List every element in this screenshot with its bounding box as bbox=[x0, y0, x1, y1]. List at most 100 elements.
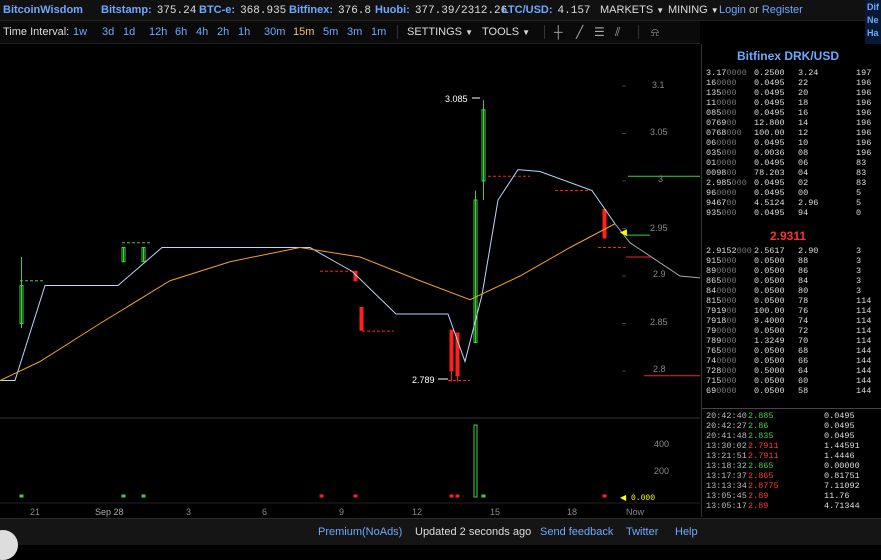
ticker-ltcusd[interactable]: LTC/USD: 4.157 bbox=[502, 0, 591, 21]
bid-row[interactable]: 790000 0.0500 72 114 bbox=[706, 326, 876, 336]
ticker-btce[interactable]: BTC-e: 368.935 bbox=[199, 0, 286, 21]
current-price-arrow: ◀ bbox=[620, 227, 627, 237]
markets-menu[interactable]: MARKETS ▼ bbox=[600, 0, 664, 21]
interval-1h[interactable]: 1h bbox=[238, 21, 250, 43]
ticker-bitfinex[interactable]: Bitfinex: 376.8 bbox=[289, 0, 371, 21]
trade-row: 20:42:40 2.885 0.0495 bbox=[706, 411, 876, 421]
trade-amount: 0.00000 bbox=[824, 461, 860, 471]
x-tick-label: Sep 28 bbox=[95, 507, 124, 517]
amount: 0.0500 bbox=[754, 276, 785, 286]
bid-row[interactable]: 740000 0.0500 66 144 bbox=[706, 356, 876, 366]
interval-5m[interactable]: 5m bbox=[323, 21, 338, 43]
bid-row[interactable]: 890000 0.0500 86 3 bbox=[706, 266, 876, 276]
price: 110000 bbox=[706, 98, 737, 108]
help-link[interactable]: Help bbox=[675, 519, 698, 545]
bid-row[interactable]: 789000 1.3249 70 114 bbox=[706, 336, 876, 346]
ask-row[interactable]: 2.985000 0.0495 02 83 bbox=[706, 178, 876, 188]
cumulative: 196 bbox=[856, 148, 872, 158]
y-axis: 3.1 3.05 3 2.95 2.9 2.85 2.8 400 200 bbox=[650, 80, 669, 476]
price-chart[interactable]: 3.1 3.05 3 2.95 2.9 2.85 2.8 400 200 21 … bbox=[0, 44, 700, 517]
ask-row[interactable]: 085000 0.0495 16 196 bbox=[706, 108, 876, 118]
interval-1m[interactable]: 1m bbox=[371, 21, 386, 43]
ticker-huobi[interactable]: Huobi: 377.39/2312.26 bbox=[375, 0, 507, 21]
ask-row[interactable]: 960000 0.0495 00 5 bbox=[706, 188, 876, 198]
bid-row[interactable]: 865000 0.0500 84 3 bbox=[706, 276, 876, 286]
amount: 0.0495 bbox=[754, 78, 785, 88]
interval-1w[interactable]: 1w bbox=[73, 21, 87, 43]
bell-icon[interactable]: ⍾ bbox=[651, 21, 659, 43]
amount: 0.0495 bbox=[754, 108, 785, 118]
line-tool-icon[interactable]: ╱ bbox=[576, 21, 583, 43]
tools-menu[interactable]: TOOLS ▼ bbox=[482, 21, 530, 44]
settings-menu[interactable]: SETTINGS ▼ bbox=[407, 21, 473, 44]
trade-row: 13:05:17 2.89 4.71344 bbox=[706, 501, 876, 511]
price: 815000 bbox=[706, 296, 737, 306]
bid-row[interactable]: 765000 0.0500 68 144 bbox=[706, 346, 876, 356]
horizontal-lines-icon[interactable]: ☰ bbox=[594, 21, 605, 43]
top-bar: BitcoinWisdom Bitstamp: 375.24 BTC-e: 368.… bbox=[0, 0, 881, 21]
feedback-link[interactable]: Send feedback bbox=[540, 519, 613, 545]
price: 060000 bbox=[706, 138, 737, 148]
x-tick-label: 18 bbox=[567, 507, 577, 517]
fib-tool-icon[interactable]: ⫽ bbox=[615, 21, 620, 43]
sum: 06 bbox=[798, 158, 809, 168]
bid-row[interactable]: 915000 0.0500 88 3 bbox=[706, 256, 876, 266]
ask-row[interactable]: 0768000 100.00 12 196 bbox=[706, 128, 876, 138]
ask-row[interactable]: 935000 0.0495 94 0 bbox=[706, 208, 876, 218]
sum: 78 bbox=[798, 296, 809, 306]
ask-row[interactable]: 076900 12.800 14 196 bbox=[706, 118, 876, 128]
crosshair-icon[interactable]: ┼ bbox=[554, 21, 563, 43]
ask-row[interactable]: 060000 0.0495 10 196 bbox=[706, 138, 876, 148]
trade-amount: 0.0495 bbox=[824, 431, 855, 441]
interval-6h[interactable]: 6h bbox=[175, 21, 187, 43]
candle-body bbox=[602, 209, 607, 239]
sum: 16 bbox=[798, 108, 809, 118]
interval-1d[interactable]: 1d bbox=[123, 21, 135, 43]
login-link[interactable]: Login bbox=[719, 4, 746, 16]
site-logo[interactable]: BitcoinWisdom bbox=[3, 0, 83, 20]
cumulative: 114 bbox=[856, 306, 872, 316]
interval-3d[interactable]: 3d bbox=[102, 21, 114, 43]
bid-row[interactable]: 815000 0.0500 78 114 bbox=[706, 296, 876, 306]
bid-row[interactable]: 791800 9.4000 74 114 bbox=[706, 316, 876, 326]
current-volume-arrow: ◀ bbox=[620, 493, 627, 502]
price: 076900 bbox=[706, 118, 737, 128]
cumulative: 3 bbox=[856, 286, 862, 296]
register-link[interactable]: Register bbox=[762, 4, 803, 16]
cumulative: 3 bbox=[856, 266, 862, 276]
price: 790000 bbox=[706, 326, 737, 336]
cumulative: 196 bbox=[856, 108, 872, 118]
ask-row[interactable]: 135000 0.0495 20 196 bbox=[706, 88, 876, 98]
price: 728000 bbox=[706, 366, 737, 376]
ask-row[interactable]: 110000 0.0495 18 196 bbox=[706, 98, 876, 108]
ask-row[interactable]: 035000 0.0036 08 196 bbox=[706, 148, 876, 158]
ask-row[interactable]: 009800 78.203 04 83 bbox=[706, 168, 876, 178]
interval-15m[interactable]: 15m bbox=[293, 21, 314, 43]
ask-row[interactable]: 010000 0.0495 06 83 bbox=[706, 158, 876, 168]
interval-4h[interactable]: 4h bbox=[196, 21, 208, 43]
bid-row[interactable]: 840000 0.0500 80 3 bbox=[706, 286, 876, 296]
bid-row[interactable]: 791900 100.00 76 114 bbox=[706, 306, 876, 316]
ticker-bitstamp[interactable]: Bitstamp: 375.24 bbox=[101, 0, 196, 21]
ask-row[interactable]: 160000 0.0495 22 196 bbox=[706, 78, 876, 88]
candle-body bbox=[359, 306, 364, 331]
volume-bar bbox=[602, 494, 607, 498]
price: 740000 bbox=[706, 356, 737, 366]
bid-row[interactable]: 2.9152000 2.5617 2.90 3 bbox=[706, 246, 876, 256]
ask-row[interactable]: 946700 4.5124 2.96 5 bbox=[706, 198, 876, 208]
amount: 0.0500 bbox=[754, 296, 785, 306]
bid-row[interactable]: 728000 0.5000 64 144 bbox=[706, 366, 876, 376]
interval-3m[interactable]: 3m bbox=[347, 21, 362, 43]
interval-12h[interactable]: 12h bbox=[149, 21, 167, 43]
amount: 0.0495 bbox=[754, 208, 785, 218]
bid-row[interactable]: 715000 0.0500 60 144 bbox=[706, 376, 876, 386]
mining-menu[interactable]: MINING ▼ bbox=[668, 0, 719, 21]
twitter-link[interactable]: Twitter bbox=[626, 519, 658, 545]
interval-2h[interactable]: 2h bbox=[217, 21, 229, 43]
ask-row[interactable]: 3.170000 0.2500 3.24 197 bbox=[706, 68, 876, 78]
trade-price: 2.89 bbox=[748, 491, 769, 501]
premium-link[interactable]: Premium(NoAds) bbox=[318, 519, 402, 545]
interval-30m[interactable]: 30m bbox=[264, 21, 285, 43]
bid-row[interactable]: 690000 0.0500 58 144 bbox=[706, 386, 876, 396]
sum: 94 bbox=[798, 208, 809, 218]
